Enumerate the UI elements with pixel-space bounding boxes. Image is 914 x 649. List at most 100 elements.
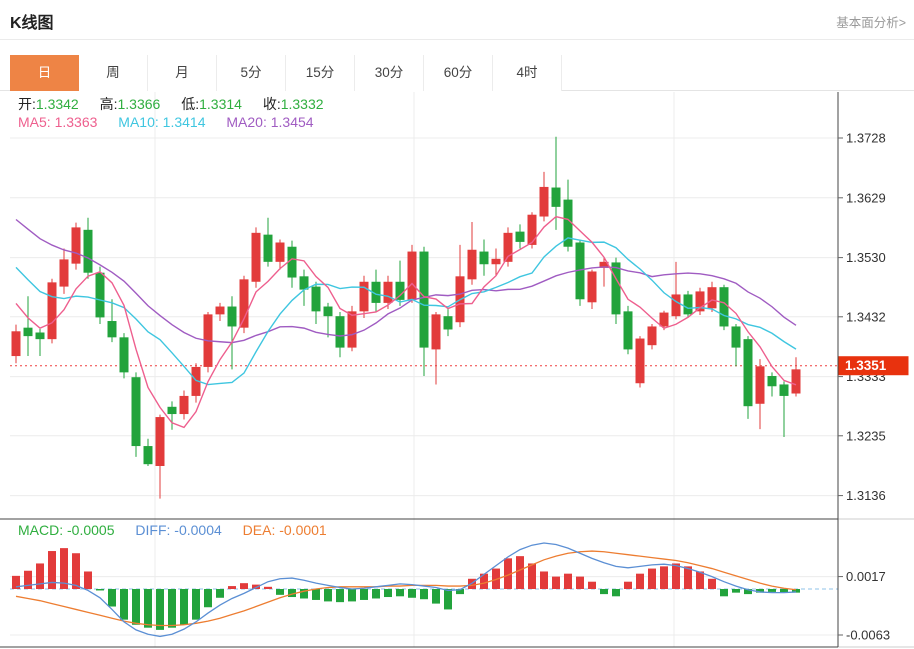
- candle-body: [96, 273, 105, 318]
- candle-body: [684, 294, 693, 314]
- tab-30min[interactable]: 30分: [355, 55, 424, 91]
- macd-bar: [660, 566, 668, 589]
- macd-bar: [276, 589, 284, 595]
- candle-body: [516, 232, 525, 242]
- candle-body: [540, 187, 549, 217]
- macd-bar: [516, 556, 524, 589]
- candle-body: [444, 316, 453, 329]
- macd-bar: [540, 571, 548, 589]
- period-tabbar: 日 周 月 5分 15分 30分 60分 4时: [0, 55, 914, 91]
- tab-60min[interactable]: 60分: [424, 55, 493, 91]
- price-tick-label: 1.3728: [846, 131, 886, 146]
- macd-bar: [348, 589, 356, 601]
- macd-bar: [72, 553, 80, 589]
- macd-bar: [720, 589, 728, 596]
- macd-bar: [588, 582, 596, 589]
- macd-bar: [732, 589, 740, 593]
- candle-body: [420, 252, 429, 348]
- candle-body: [624, 311, 633, 349]
- candle-body: [720, 287, 729, 326]
- candle-body: [324, 307, 333, 317]
- macd-bar: [168, 589, 176, 628]
- candle-body: [132, 377, 141, 446]
- tab-week[interactable]: 周: [79, 55, 148, 91]
- candle-body: [744, 339, 753, 406]
- current-price-label: 1.3351: [845, 358, 887, 373]
- macd-bar: [444, 589, 452, 609]
- candle-body: [672, 294, 681, 316]
- macd-bar: [648, 569, 656, 589]
- tab-month[interactable]: 月: [148, 55, 217, 91]
- macd-bar: [240, 583, 248, 589]
- macd-bar: [120, 589, 128, 620]
- macd-bar: [96, 589, 104, 590]
- candle-body: [252, 233, 261, 282]
- candle-body: [108, 321, 117, 337]
- price-tick-label: 1.3629: [846, 190, 886, 205]
- macd-bar: [372, 589, 380, 598]
- price-tick-label: 1.3136: [846, 488, 886, 503]
- macd-bar: [324, 589, 332, 601]
- macd-bar: [216, 589, 224, 598]
- kline-chart-svg: 1.37281.36291.35301.34321.33331.32351.31…: [0, 90, 914, 649]
- candle-body: [120, 337, 129, 372]
- ma20-line: [16, 220, 796, 343]
- candle-body: [240, 279, 249, 327]
- candle-body: [552, 188, 561, 207]
- macd-bar: [84, 571, 92, 589]
- macd-bar: [612, 589, 620, 596]
- page-header: K线图 基本面分析>: [0, 0, 914, 40]
- candle-body: [48, 282, 57, 339]
- candle-body: [792, 369, 801, 393]
- kline-page: K线图 基本面分析> 日 周 月 5分 15分 30分 60分 4时 1.372…: [0, 0, 914, 649]
- macd-bar: [336, 589, 344, 602]
- macd-bar: [636, 574, 644, 589]
- macd-bar: [432, 589, 440, 604]
- candle-body: [408, 252, 417, 300]
- macd-bar: [624, 582, 632, 589]
- candle-body: [468, 250, 477, 280]
- macd-bar: [672, 563, 680, 589]
- macd-bar: [180, 589, 188, 625]
- tab-day[interactable]: 日: [10, 55, 79, 91]
- candle-body: [336, 316, 345, 347]
- macd-bar: [312, 589, 320, 600]
- candle-body: [480, 252, 489, 265]
- macd-bar: [600, 589, 608, 594]
- candle-body: [276, 242, 285, 261]
- candle-body: [648, 326, 657, 345]
- macd-bar: [564, 574, 572, 589]
- candle-body: [768, 376, 777, 386]
- macd-bar: [36, 563, 44, 589]
- tab-4hour[interactable]: 4时: [493, 55, 562, 91]
- candle-body: [228, 307, 237, 327]
- candle-body: [312, 287, 321, 312]
- macd-bar: [708, 579, 716, 589]
- macd-bar: [360, 589, 368, 600]
- price-tick-label: 1.3432: [846, 309, 886, 324]
- candle-body: [708, 287, 717, 308]
- macd-bar: [192, 589, 200, 620]
- macd-bar: [396, 589, 404, 596]
- candle-body: [180, 396, 189, 414]
- tab-15min[interactable]: 15分: [286, 55, 355, 91]
- macd-bar: [264, 587, 272, 589]
- chart-area[interactable]: 1.37281.36291.35301.34321.33331.32351.31…: [0, 90, 914, 649]
- price-tick-label: 1.3235: [846, 428, 886, 443]
- period-tabs: 日 周 月 5分 15分 30分 60分 4时: [10, 55, 562, 91]
- macd-bar: [204, 589, 212, 607]
- macd-bar: [132, 589, 140, 625]
- macd-bar: [420, 589, 428, 599]
- tab-5min[interactable]: 5分: [217, 55, 286, 91]
- page-title: K线图: [10, 9, 54, 33]
- macd-bar: [696, 571, 704, 589]
- candle-body: [36, 333, 45, 340]
- candle-body: [492, 259, 501, 264]
- candle-body: [528, 215, 537, 245]
- candle-body: [756, 366, 765, 403]
- candle-body: [432, 314, 441, 349]
- candle-body: [168, 407, 177, 414]
- fundamental-analysis-link[interactable]: 基本面分析>: [836, 12, 906, 31]
- candle-body: [612, 262, 621, 314]
- candle-body: [732, 326, 741, 347]
